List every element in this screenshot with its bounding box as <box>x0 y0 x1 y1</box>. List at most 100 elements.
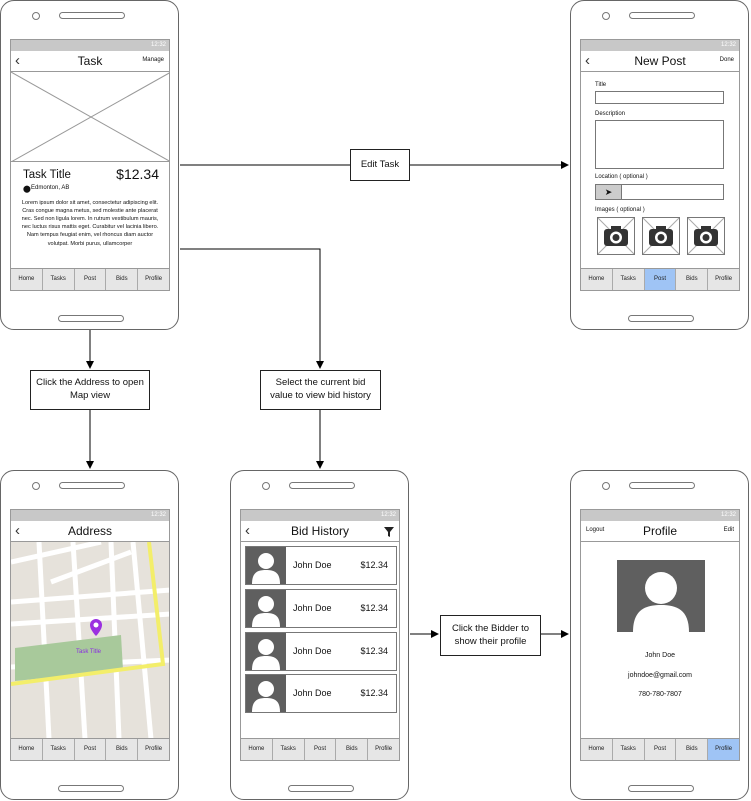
description-input[interactable] <box>595 120 724 169</box>
tab-tasks[interactable]: Tasks <box>613 739 645 760</box>
filter-icon[interactable] <box>384 527 394 537</box>
tab-tasks[interactable]: Tasks <box>43 269 75 290</box>
bidder-name: John Doe <box>293 603 332 613</box>
location-pin-icon: ⬤ <box>23 186 31 193</box>
image-upload-1[interactable] <box>597 217 635 255</box>
camera-icon <box>32 12 40 20</box>
tab-bar: Home Tasks Post Bids Profile <box>241 738 399 760</box>
bid-history-phone: 12:32 ‹ Bid History John Doe $12.34 John… <box>230 470 409 800</box>
avatar <box>246 675 286 712</box>
status-time: 12:32 <box>720 512 736 518</box>
tab-tasks[interactable]: Tasks <box>273 739 305 760</box>
map-pin-label: Task Title <box>76 649 102 655</box>
navigation-arrow-icon[interactable]: ➤ <box>596 185 622 199</box>
camera-icon <box>32 482 40 490</box>
task-location[interactable]: Edmonton, AB <box>31 185 69 191</box>
tab-profile[interactable]: Profile <box>138 739 169 760</box>
page-title: Address <box>67 524 113 538</box>
open-map-label: Click the Address to open Map view <box>30 370 150 410</box>
tab-post[interactable]: Post <box>644 269 677 290</box>
status-time: 12:32 <box>150 512 166 518</box>
avatar <box>246 633 286 670</box>
speaker-slot <box>629 482 695 489</box>
tab-bids[interactable]: Bids <box>676 269 709 290</box>
tab-profile[interactable]: Profile <box>708 269 739 290</box>
tab-home[interactable]: Home <box>581 739 613 760</box>
tab-home[interactable]: Home <box>11 269 43 290</box>
status-time: 12:32 <box>150 42 166 48</box>
tab-home[interactable]: Home <box>11 739 43 760</box>
bid-row[interactable]: John Doe $12.34 <box>245 546 397 585</box>
speaker-slot <box>289 482 355 489</box>
tab-bids[interactable]: Bids <box>106 269 139 290</box>
tab-home[interactable]: Home <box>241 739 273 760</box>
location-label: Location ( optional ) <box>595 174 648 180</box>
tab-home[interactable]: Home <box>581 269 613 290</box>
camera-icon <box>642 217 680 255</box>
address-nav: ‹ Address <box>11 521 169 542</box>
show-profile-label: Click the Bidder to show their profile <box>440 615 541 656</box>
tab-post[interactable]: Post <box>75 739 107 760</box>
profile-nav: Logout Profile Edit <box>581 521 739 542</box>
manage-button[interactable]: Manage <box>142 57 164 63</box>
camera-icon <box>597 217 635 255</box>
description-label: Description <box>595 111 626 117</box>
bid-price: $12.34 <box>360 603 388 613</box>
camera-icon <box>602 482 610 490</box>
profile-name: John Doe <box>645 652 675 659</box>
bid-row[interactable]: John Doe $12.34 <box>245 674 397 713</box>
bid-row[interactable]: John Doe $12.34 <box>245 632 397 671</box>
task-nav: ‹ Task Manage <box>11 51 169 72</box>
edit-task-label: Edit Task <box>350 149 410 181</box>
tab-post[interactable]: Post <box>305 739 337 760</box>
page-title: Bid History <box>290 524 349 538</box>
tab-bids[interactable]: Bids <box>336 739 369 760</box>
tab-profile[interactable]: Profile <box>138 269 169 290</box>
speaker-slot <box>59 12 125 19</box>
bidder-name: John Doe <box>293 646 332 656</box>
location-input[interactable]: ➤ <box>595 184 724 200</box>
tab-profile[interactable]: Profile <box>368 739 399 760</box>
status-bar: 12:32 <box>581 40 739 51</box>
status-time: 12:32 <box>720 42 736 48</box>
status-bar: 12:32 <box>581 510 739 521</box>
tab-tasks[interactable]: Tasks <box>613 269 645 290</box>
profile-phone: 12:32 Logout Profile Edit John Doe johnd… <box>570 470 749 800</box>
speaker-slot <box>59 482 125 489</box>
bid-row[interactable]: John Doe $12.34 <box>245 589 397 628</box>
bid-price: $12.34 <box>360 646 388 656</box>
tab-post[interactable]: Post <box>75 269 107 290</box>
map-view[interactable] <box>11 542 170 739</box>
bid-price: $12.34 <box>360 560 388 570</box>
task-title: Task Title <box>23 169 71 181</box>
done-button[interactable]: Done <box>720 57 734 63</box>
task-price[interactable]: $12.34 <box>116 166 159 182</box>
task-description: Lorem ipsum dolor sit amet, consectetur … <box>21 200 159 247</box>
home-button <box>628 785 694 792</box>
tab-post[interactable]: Post <box>645 739 677 760</box>
task-screen: 12:32 ‹ Task Manage Task Title $12.34 ⬤ … <box>10 39 170 291</box>
home-button <box>288 785 354 792</box>
images-label: Images ( optional ) <box>595 207 645 213</box>
profile-email: johndoe@gmail.com <box>628 672 692 679</box>
bid-history-label: Select the current bid value to view bid… <box>260 370 381 410</box>
bid-history-nav: ‹ Bid History <box>241 521 399 542</box>
page-title: Profile <box>642 524 677 538</box>
tab-bids[interactable]: Bids <box>676 739 709 760</box>
page-title: New Post <box>634 54 686 68</box>
tab-bids[interactable]: Bids <box>106 739 139 760</box>
camera-icon <box>687 217 725 255</box>
profile-avatar <box>617 560 705 632</box>
tab-tasks[interactable]: Tasks <box>43 739 75 760</box>
camera-icon <box>262 482 270 490</box>
title-input[interactable] <box>595 91 724 104</box>
tab-profile[interactable]: Profile <box>708 739 739 760</box>
profile-screen: 12:32 Logout Profile Edit John Doe johnd… <box>580 509 740 761</box>
image-upload-3[interactable] <box>687 217 725 255</box>
address-screen: 12:32 ‹ Address Task Title Home Tasks Po… <box>10 509 170 761</box>
status-bar: 12:32 <box>241 510 399 521</box>
tab-bar: Home Tasks Post Bids Profile <box>581 268 739 290</box>
new-post-nav: ‹ New Post Done <box>581 51 739 72</box>
image-upload-2[interactable] <box>642 217 680 255</box>
edit-button[interactable]: Edit <box>724 527 734 533</box>
